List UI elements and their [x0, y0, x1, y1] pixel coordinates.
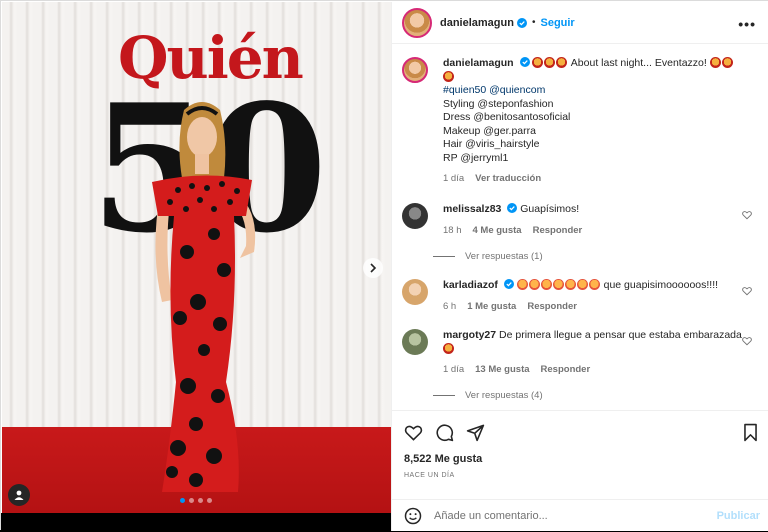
view-replies-label[interactable]: Ver respuestas (4) — [465, 390, 543, 401]
comment-text: Guapísimos! — [520, 203, 580, 215]
post-header: danielamagun • Seguir ••• — [392, 2, 768, 44]
comment-meta: 6 h 1 Me gusta Responder — [443, 300, 743, 314]
view-replies-button[interactable]: Ver respuestas (1) — [433, 251, 543, 262]
bookmark-icon — [744, 423, 757, 442]
heart-eyes-emoji — [516, 279, 601, 291]
commenter-avatar[interactable] — [402, 279, 428, 305]
caption-username[interactable]: danielamagun — [443, 57, 514, 69]
comment-icon[interactable] — [435, 423, 454, 442]
view-replies-label[interactable]: Ver respuestas (1) — [465, 251, 543, 262]
like-comment-heart-icon[interactable] — [742, 210, 752, 220]
comment-username[interactable]: melissalz83 — [443, 203, 501, 215]
reply-button[interactable]: Responder — [533, 224, 583, 238]
comment-input[interactable] — [434, 510, 694, 522]
comment-likes[interactable]: 1 Me gusta — [467, 300, 516, 314]
comment-text: que guapisimoooooos!!!! — [603, 279, 719, 291]
replies-line — [433, 395, 455, 396]
share-icon[interactable] — [466, 423, 485, 442]
carousel-indicator — [180, 498, 212, 503]
comment-username[interactable]: karladiazof — [443, 279, 498, 291]
post-date: HACE UN DÍA — [404, 472, 455, 479]
caption-text: About last night... Eventazzo! — [570, 57, 707, 69]
verified-badge-icon — [507, 203, 518, 213]
caption-line[interactable]: #quien50 @quiencom — [443, 84, 545, 96]
author-username[interactable]: danielamagun — [440, 17, 514, 29]
post-actions: 8,522 Me gusta HACE UN DÍA Publicar — [392, 410, 768, 531]
caption-line[interactable]: RP @jerryml1 — [443, 152, 508, 164]
like-heart-icon[interactable] — [404, 423, 423, 442]
comment-likes[interactable]: 4 Me gusta — [473, 224, 522, 238]
chevron-right-icon — [370, 263, 377, 273]
comment-meta: 18 h 4 Me gusta Responder — [443, 224, 743, 238]
publish-button[interactable]: Publicar — [717, 510, 760, 522]
caption-line[interactable]: Hair @viris_hairstyle — [443, 138, 539, 150]
likes-count[interactable]: 8,522 Me gusta — [404, 453, 482, 465]
post-photo[interactable]: Quién 50 — [2, 2, 391, 513]
view-replies-button[interactable]: Ver respuestas (4) — [433, 390, 543, 401]
carousel-dot — [180, 498, 185, 503]
author-avatar[interactable] — [402, 57, 428, 83]
flower-emoji — [532, 57, 568, 69]
like-comment-heart-icon[interactable] — [742, 286, 752, 296]
caption-meta: 1 día Ver traducción — [443, 172, 743, 186]
more-options-icon[interactable]: ••• — [738, 16, 756, 32]
replies-line — [433, 256, 455, 257]
save-button[interactable] — [741, 423, 760, 447]
verified-badge-icon — [519, 57, 530, 67]
commenter-avatar[interactable] — [402, 329, 428, 355]
caption-line[interactable]: Styling @steponfashion — [443, 98, 553, 110]
comment-username[interactable]: margoty27 — [443, 329, 496, 341]
woman-figure — [152, 102, 256, 493]
comment-meta: 1 día 13 Me gusta Responder — [443, 363, 743, 377]
action-icons — [404, 423, 485, 442]
follow-button[interactable]: Seguir — [540, 17, 574, 29]
tagged-users-button[interactable] — [8, 484, 30, 506]
like-comment-heart-icon[interactable] — [742, 336, 752, 346]
comment-time[interactable]: 1 día — [443, 363, 464, 377]
reply-button[interactable]: Responder — [527, 300, 577, 314]
verified-badge-icon — [503, 279, 514, 289]
flower-emoji — [443, 70, 455, 83]
carousel-dot — [207, 498, 212, 503]
header-separator: • — [531, 17, 536, 28]
commenter-avatar[interactable] — [402, 203, 428, 229]
reply-button[interactable]: Responder — [541, 363, 591, 377]
caption-line[interactable]: Makeup @ger.parra — [443, 125, 536, 137]
flower-emoji — [709, 57, 734, 69]
caption-line[interactable]: Dress @benitosantosoficial — [443, 111, 570, 123]
carousel-dot — [189, 498, 194, 503]
see-translation-button[interactable]: Ver traducción — [475, 172, 541, 186]
pregnant-emoji — [443, 342, 454, 354]
verified-badge-icon — [516, 17, 527, 28]
comment-text: De primera llegue a pensar que estaba em… — [499, 329, 742, 341]
comments-list[interactable]: danielamagun About last night... Eventaz… — [392, 45, 768, 410]
emoji-picker-icon[interactable] — [404, 507, 422, 525]
comment-time[interactable]: 6 h — [443, 300, 456, 314]
post-modal: Quién 50 — [0, 0, 768, 531]
photo-bottom-bar — [1, 513, 391, 531]
user-icon — [14, 490, 24, 500]
carousel-dot — [198, 498, 203, 503]
comment-likes[interactable]: 13 Me gusta — [475, 363, 529, 377]
next-photo-button[interactable] — [363, 258, 383, 278]
author-avatar[interactable] — [402, 7, 432, 38]
caption-time[interactable]: 1 día — [443, 172, 464, 186]
comment-time[interactable]: 18 h — [443, 224, 462, 238]
add-comment-bar: Publicar — [392, 499, 768, 532]
post-sidebar: danielamagun • Seguir ••• danielamagun A… — [391, 2, 768, 531]
